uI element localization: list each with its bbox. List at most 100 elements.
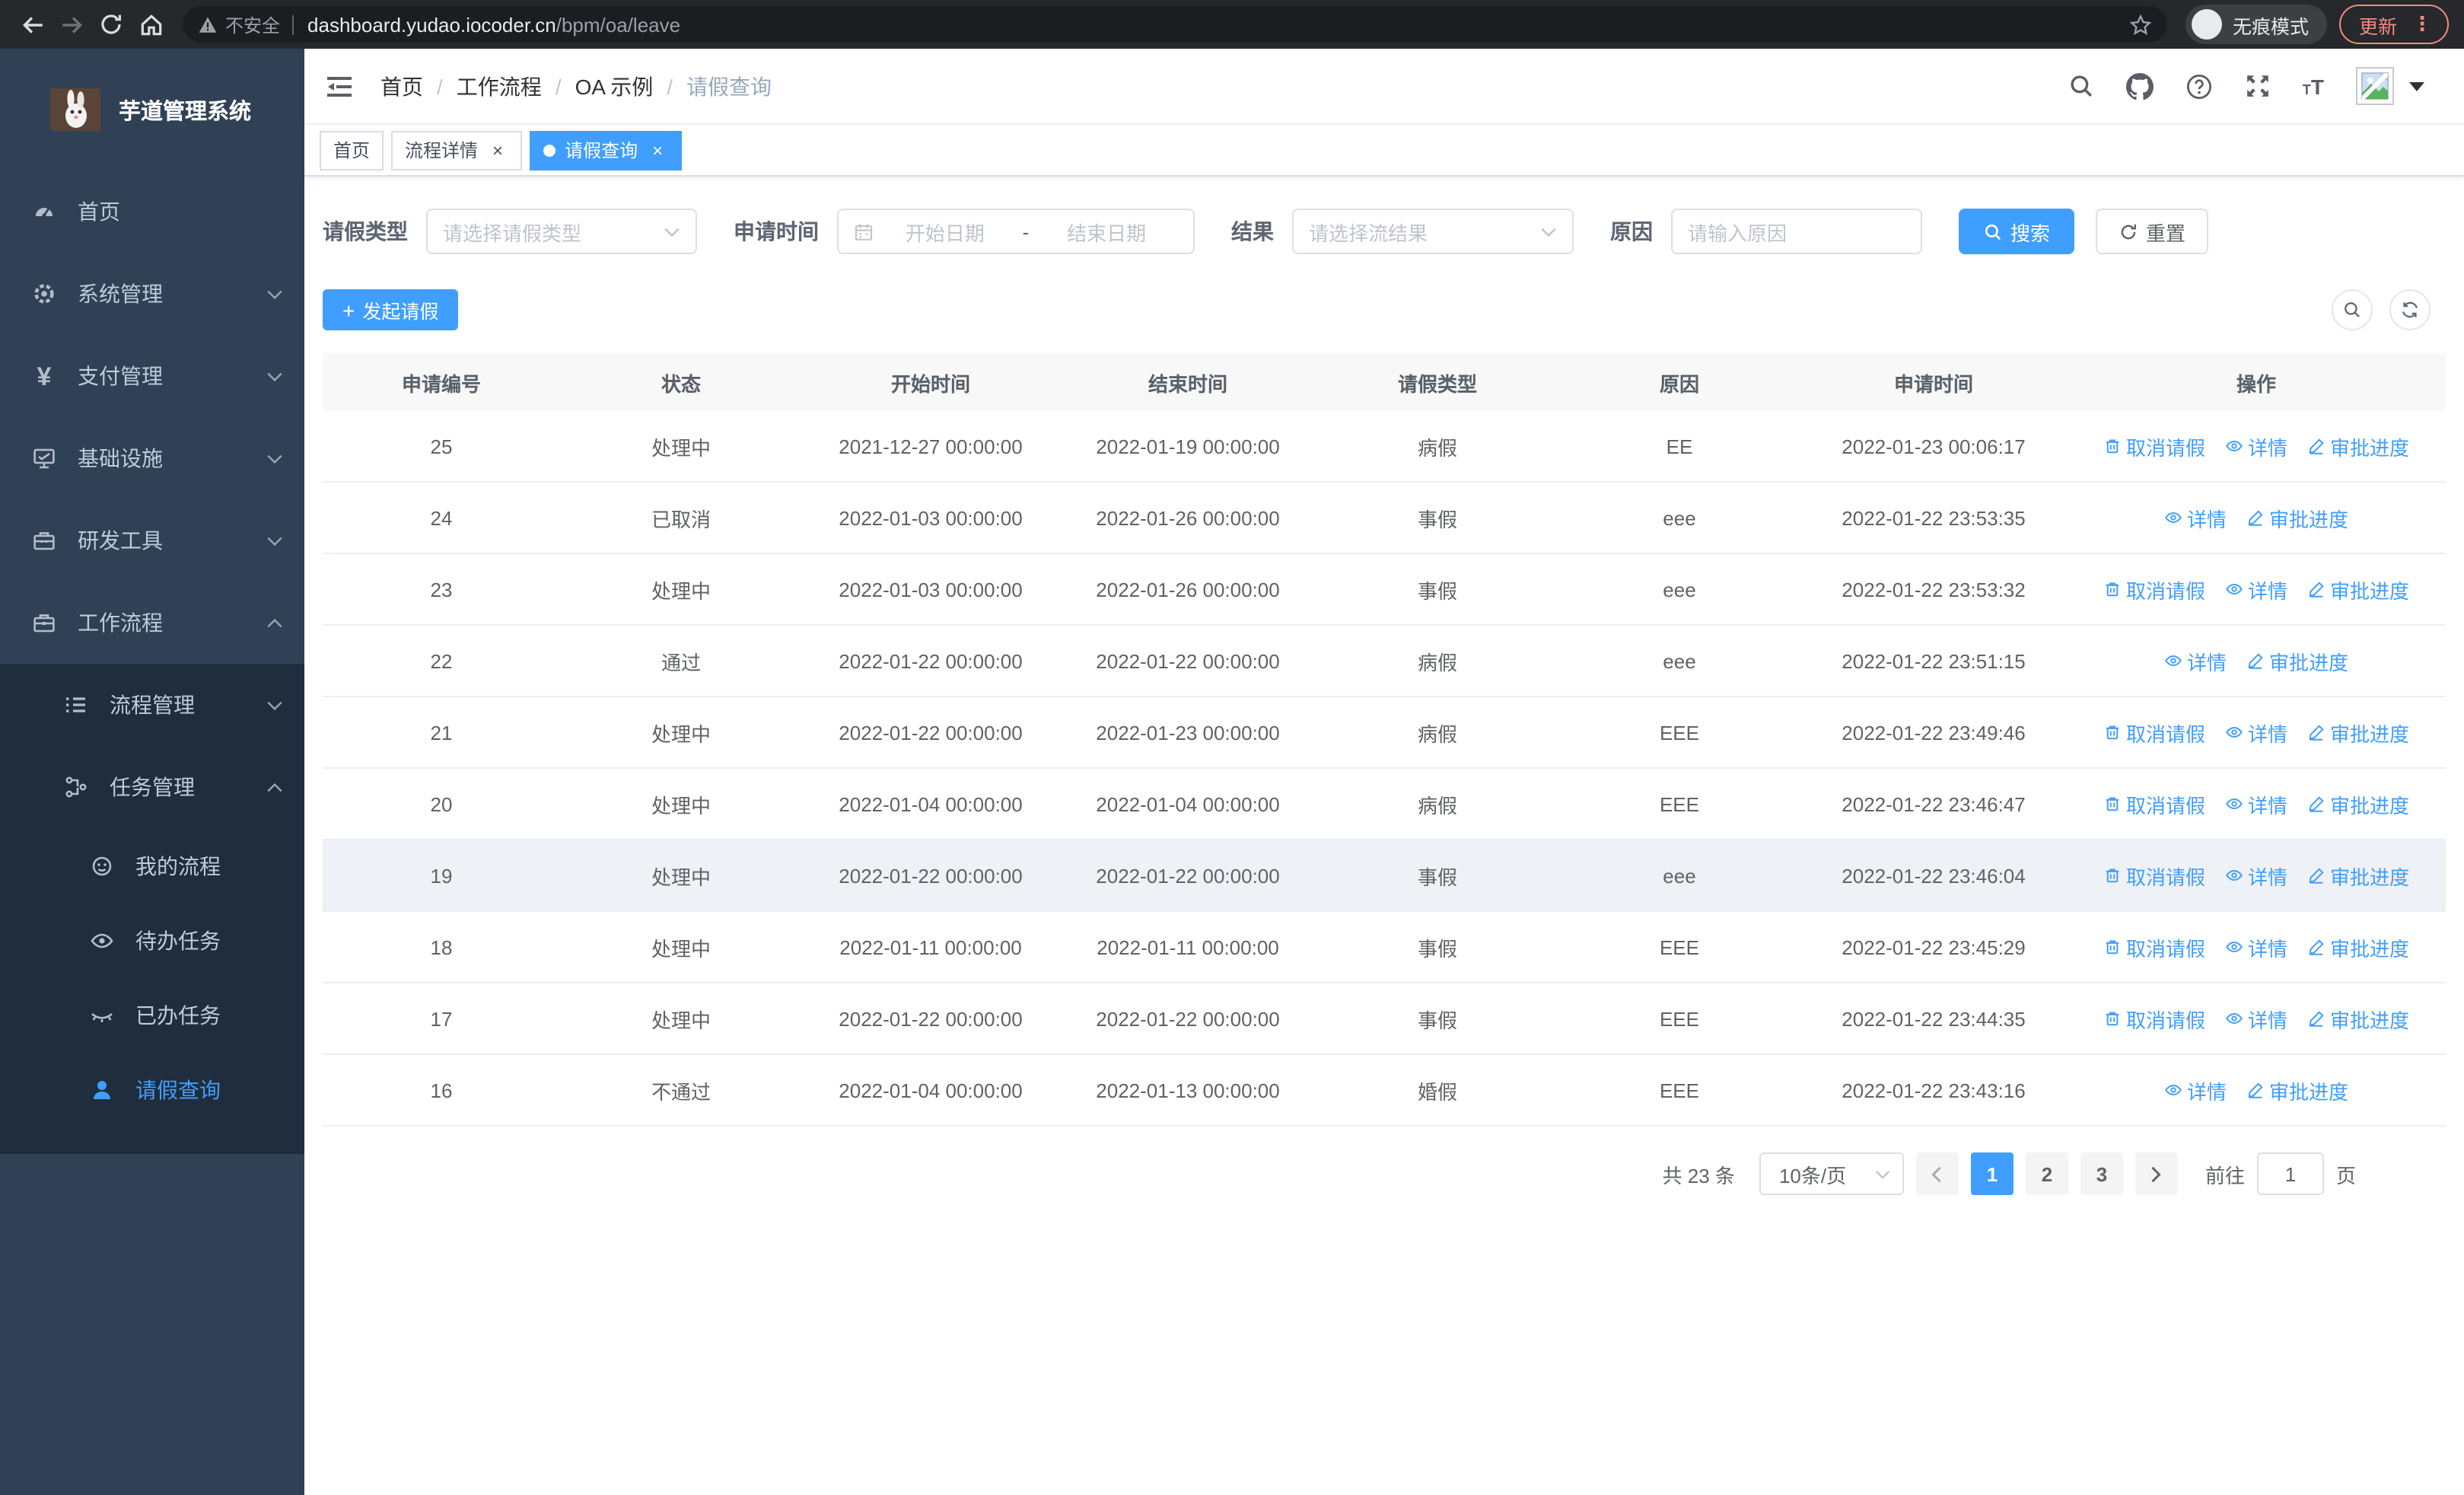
bookmark-star-icon[interactable] <box>2129 13 2152 36</box>
breadcrumb-separator: / <box>437 74 443 98</box>
sidebar-item-infra[interactable]: 基础设施 <box>0 417 304 499</box>
result-select[interactable]: 请选择流结果 <box>1292 209 1574 254</box>
user-menu[interactable] <box>2356 67 2424 105</box>
reset-button[interactable]: 重置 <box>2096 209 2209 254</box>
detail-link[interactable]: 详情 <box>2225 432 2287 461</box>
page-button-1[interactable]: 1 <box>1970 1152 2014 1195</box>
close-icon[interactable]: × <box>647 139 668 161</box>
breadcrumb-item-0[interactable]: 首页 <box>380 71 423 101</box>
refresh-button[interactable] <box>2389 289 2431 330</box>
breadcrumb-item-1[interactable]: 工作流程 <box>457 71 542 101</box>
url-bar[interactable]: 不安全 dashboard.yudao.iocoder.cn /bpm/oa/l… <box>183 6 2167 43</box>
sidebar-item-leave-query[interactable]: 请假查询 <box>0 1052 304 1127</box>
column-header: 申请时间 <box>1893 372 1973 395</box>
cancel-link[interactable]: 取消请假 <box>2103 575 2205 604</box>
sidebar-item-system[interactable]: 系统管理 <box>0 253 304 335</box>
help-icon[interactable] <box>2185 72 2213 100</box>
action-label: 审批进度 <box>2330 794 2410 817</box>
reload-button[interactable] <box>91 5 131 44</box>
sidebar-item-my-process[interactable]: 我的流程 <box>0 828 304 903</box>
tab-label: 请假查询 <box>565 140 638 161</box>
tab-1[interactable]: 流程详情 × <box>391 130 523 170</box>
detail-link[interactable]: 详情 <box>2225 861 2287 890</box>
cancel-link[interactable]: 取消请假 <box>2103 789 2205 818</box>
column-header: 状态 <box>661 372 701 395</box>
plus-icon: + <box>342 298 355 322</box>
reason-input[interactable]: 请输入原因 <box>1671 209 1922 254</box>
cell-leave-type: 事假 <box>1417 865 1457 888</box>
detail-link[interactable]: 详情 <box>2225 575 2287 604</box>
sidebar-item-payment[interactable]: ¥ 支付管理 <box>0 335 304 417</box>
leave-type-select[interactable]: 请选择请假类型 <box>426 209 697 254</box>
sidebar-item-task-mgmt[interactable]: 任务管理 <box>0 746 304 828</box>
cancel-link[interactable]: 取消请假 <box>2103 932 2205 961</box>
page-button-2[interactable]: 2 <box>2025 1152 2068 1195</box>
close-icon[interactable]: × <box>487 139 508 161</box>
back-button[interactable] <box>12 5 52 44</box>
forward-button[interactable] <box>52 5 91 44</box>
github-icon[interactable] <box>2125 72 2154 100</box>
table-header: 申请编号 状态 开始时间 结束时间 请假类型 原因 申请时间 操作 <box>323 353 2446 411</box>
browser-menu-icon[interactable]: ⋮ <box>2412 12 2432 37</box>
cancel-link[interactable]: 取消请假 <box>2103 718 2205 747</box>
eye-action-icon <box>2225 938 2243 956</box>
action-label: 取消请假 <box>2125 722 2205 745</box>
next-page-button[interactable] <box>2135 1152 2178 1195</box>
sidebar-collapse-icon[interactable] <box>323 69 356 103</box>
pagination: 共 23 条 10条/页 123 前往 1 页 <box>323 1152 2446 1195</box>
home-button[interactable] <box>131 5 170 44</box>
progress-link[interactable]: 审批进度 <box>2307 932 2409 961</box>
detail-link[interactable]: 详情 <box>2225 932 2287 961</box>
sidebar-item-home[interactable]: 首页 <box>0 171 304 253</box>
update-label[interactable]: 更新 <box>2359 10 2397 39</box>
breadcrumb-item-2[interactable]: OA 示例 <box>575 71 654 101</box>
detail-link[interactable]: 详情 <box>2225 718 2287 747</box>
security-label[interactable]: 不安全 <box>225 11 280 37</box>
progress-link[interactable]: 审批进度 <box>2246 646 2348 675</box>
progress-link[interactable]: 审批进度 <box>2307 432 2409 461</box>
tab-2[interactable]: 请假查询 × <box>530 130 683 170</box>
sidebar-item-workflow[interactable]: 工作流程 <box>0 582 304 664</box>
cell-id: 17 <box>430 1007 453 1030</box>
cancel-link[interactable]: 取消请假 <box>2103 861 2205 890</box>
cell-id: 22 <box>430 649 453 672</box>
prev-page-button[interactable] <box>1915 1152 1959 1195</box>
toggle-search-button[interactable] <box>2332 289 2373 330</box>
search-icon[interactable] <box>2068 73 2094 99</box>
cancel-link[interactable]: 取消请假 <box>2103 1004 2205 1033</box>
cell-actions: 取消请假 详情 审批进度 <box>2067 932 2446 961</box>
fullscreen-icon[interactable] <box>2245 73 2271 99</box>
page-size-select[interactable]: 10条/页 <box>1759 1152 1904 1195</box>
detail-link[interactable]: 详情 <box>2225 789 2287 818</box>
date-range-picker[interactable]: 开始日期 - 结束日期 <box>837 209 1195 254</box>
sidebar-item-done-tasks[interactable]: 已办任务 <box>0 977 304 1052</box>
cancel-link[interactable]: 取消请假 <box>2103 432 2205 461</box>
progress-link[interactable]: 审批进度 <box>2307 789 2409 818</box>
detail-link[interactable]: 详情 <box>2164 503 2227 532</box>
end-date-input[interactable]: 结束日期 <box>1035 217 1178 246</box>
sidebar-item-todo-tasks[interactable]: 待办任务 <box>0 903 304 977</box>
sidebar-item-devtools[interactable]: 研发工具 <box>0 499 304 582</box>
create-leave-button[interactable]: + 发起请假 <box>323 289 459 330</box>
progress-link[interactable]: 审批进度 <box>2246 503 2348 532</box>
action-label: 详情 <box>2247 579 2287 602</box>
progress-link[interactable]: 审批进度 <box>2307 1004 2409 1033</box>
tab-0[interactable]: 首页 <box>320 130 384 170</box>
detail-link[interactable]: 详情 <box>2225 1004 2287 1033</box>
progress-link[interactable]: 审批进度 <box>2307 718 2409 747</box>
progress-link[interactable]: 审批进度 <box>2246 1076 2348 1105</box>
font-size-icon[interactable]: TT <box>2303 75 2324 97</box>
progress-link[interactable]: 审批进度 <box>2307 575 2409 604</box>
progress-link[interactable]: 审批进度 <box>2307 861 2409 890</box>
action-label: 审批进度 <box>2269 508 2349 531</box>
search-button[interactable]: 搜索 <box>1959 209 2075 254</box>
goto-page-input[interactable] <box>2256 1152 2324 1195</box>
start-date-input[interactable]: 开始日期 <box>874 217 1017 246</box>
sidebar-logo[interactable]: 芋道管理系统 <box>0 49 304 171</box>
action-label: 详情 <box>2247 865 2287 888</box>
update-pill[interactable]: 更新 ⋮ <box>2338 5 2449 44</box>
sidebar-item-process-mgmt[interactable]: 流程管理 <box>0 664 304 746</box>
detail-link[interactable]: 详情 <box>2164 646 2227 675</box>
page-button-3[interactable]: 3 <box>2080 1152 2123 1195</box>
detail-link[interactable]: 详情 <box>2164 1076 2227 1105</box>
